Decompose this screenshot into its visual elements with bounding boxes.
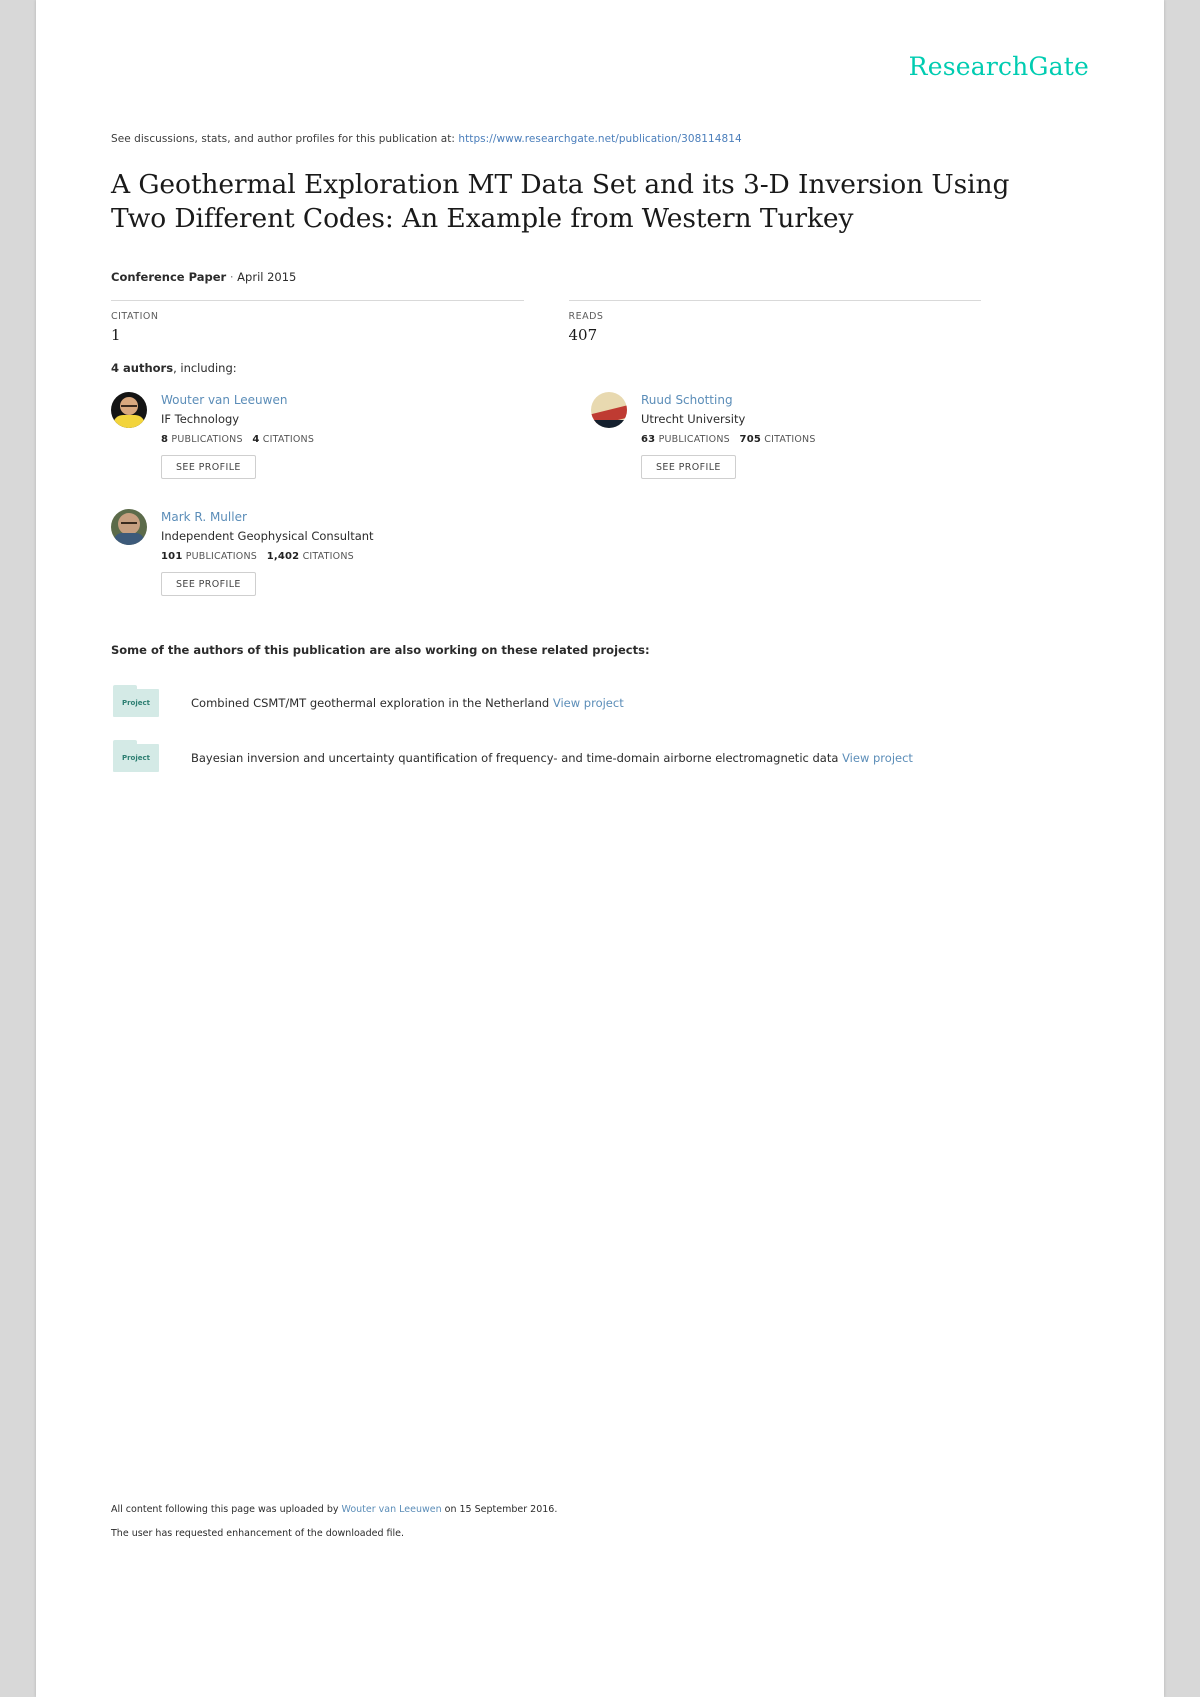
author-name-link[interactable]: Ruud Schotting (641, 392, 1031, 408)
footer-enhancement-note: The user has requested enhancement of th… (111, 1528, 405, 1539)
authors-heading-rest: , including: (173, 361, 237, 375)
discussion-line: See discussions, stats, and author profi… (111, 133, 742, 145)
author-affiliation: Utrecht University (641, 412, 746, 426)
author-publications-count: 63 (641, 434, 656, 445)
project-title: Combined CSMT/MT geothermal exploration … (191, 696, 550, 710)
see-profile-button[interactable]: SEE PROFILE (641, 455, 736, 479)
authors-heading: 4 authors, including: (111, 361, 237, 375)
author-counts: 101 PUBLICATIONS 1,402 CITATIONS (161, 551, 551, 562)
project-description: Combined CSMT/MT geothermal exploration … (191, 685, 1051, 711)
publication-type: Conference Paper (111, 270, 227, 284)
author-counts: 8 PUBLICATIONS 4 CITATIONS (161, 434, 551, 445)
footer-upload-note: All content following this page was uplo… (111, 1504, 557, 1515)
project-row[interactable]: Project Combined CSMT/MT geothermal expl… (111, 685, 1051, 717)
footer-uploader-link[interactable]: Wouter van Leeuwen (342, 1504, 442, 1515)
avatar-wouter-van-leeuwen[interactable] (111, 392, 147, 428)
researchgate-logo: ResearchGate (908, 52, 1089, 81)
author-card[interactable]: Mark R. Muller Independent Geophysical C… (111, 509, 551, 596)
stats-row: CITATION 1 READS 407 (111, 300, 1026, 344)
authors-count: 4 authors (111, 361, 174, 375)
project-folder-icon: Project (113, 685, 159, 717)
projects-heading: Some of the authors of this publication … (111, 643, 650, 657)
author-publications-count: 101 (161, 551, 183, 562)
author-name-link[interactable]: Wouter van Leeuwen (161, 392, 551, 408)
stat-reads-label: READS (568, 311, 604, 322)
author-name-link[interactable]: Mark R. Muller (161, 509, 551, 525)
author-publications-label: PUBLICATIONS (658, 434, 730, 445)
author-citations-count: 1,402 (266, 551, 300, 562)
author-publications-label: PUBLICATIONS (185, 551, 258, 562)
see-profile-button[interactable]: SEE PROFILE (161, 572, 256, 596)
stat-reads-value: 407 (568, 326, 598, 344)
view-project-link[interactable]: View project (842, 751, 913, 765)
discussion-prefix: See discussions, stats, and author profi… (111, 133, 456, 145)
project-row[interactable]: Project Bayesian inversion and uncertain… (111, 740, 1051, 772)
author-publications-label: PUBLICATIONS (171, 434, 243, 445)
publication-url-link[interactable]: https://www.researchgate.net/publication… (458, 133, 741, 145)
author-counts: 63 PUBLICATIONS 705 CITATIONS (641, 434, 1031, 445)
avatar-mark-r-muller[interactable] (111, 509, 147, 545)
stat-citation-label: CITATION (111, 311, 159, 322)
stat-citation-value: 1 (111, 326, 121, 344)
meta-separator: · (229, 270, 234, 284)
project-folder-icon-label: Project (121, 754, 151, 762)
see-profile-button[interactable]: SEE PROFILE (161, 455, 256, 479)
project-folder-icon-label: Project (121, 699, 151, 707)
author-affiliation: Independent Geophysical Consultant (161, 529, 374, 543)
author-card[interactable]: Ruud Schotting Utrecht University 63 PUB… (591, 392, 1031, 479)
project-title: Bayesian inversion and uncertainty quant… (191, 751, 839, 765)
project-folder-icon: Project (113, 740, 159, 772)
footer-upload-suffix: on 15 September 2016. (441, 1504, 558, 1515)
author-affiliation: IF Technology (161, 412, 240, 426)
author-citations-label: CITATIONS (302, 551, 354, 562)
page-title: A Geothermal Exploration MT Data Set and… (111, 169, 1010, 234)
document-page: ResearchGate See discussions, stats, and… (36, 0, 1164, 1697)
author-citations-count: 4 (252, 434, 260, 445)
view-project-link[interactable]: View project (553, 696, 624, 710)
project-description: Bayesian inversion and uncertainty quant… (191, 740, 1051, 766)
author-citations-label: CITATIONS (262, 434, 315, 445)
author-citations-label: CITATIONS (764, 434, 816, 445)
stat-citation: CITATION 1 (111, 300, 524, 344)
author-citations-count: 705 (739, 434, 762, 445)
avatar-ruud-schotting[interactable] (591, 392, 627, 428)
publication-meta: Conference Paper · April 2015 (111, 270, 296, 284)
footer-upload-prefix: All content following this page was uplo… (111, 1504, 342, 1515)
stat-reads: READS 407 (568, 300, 981, 344)
author-publications-count: 8 (161, 434, 169, 445)
author-card[interactable]: Wouter van Leeuwen IF Technology 8 PUBLI… (111, 392, 551, 479)
publication-date: April 2015 (237, 270, 297, 284)
